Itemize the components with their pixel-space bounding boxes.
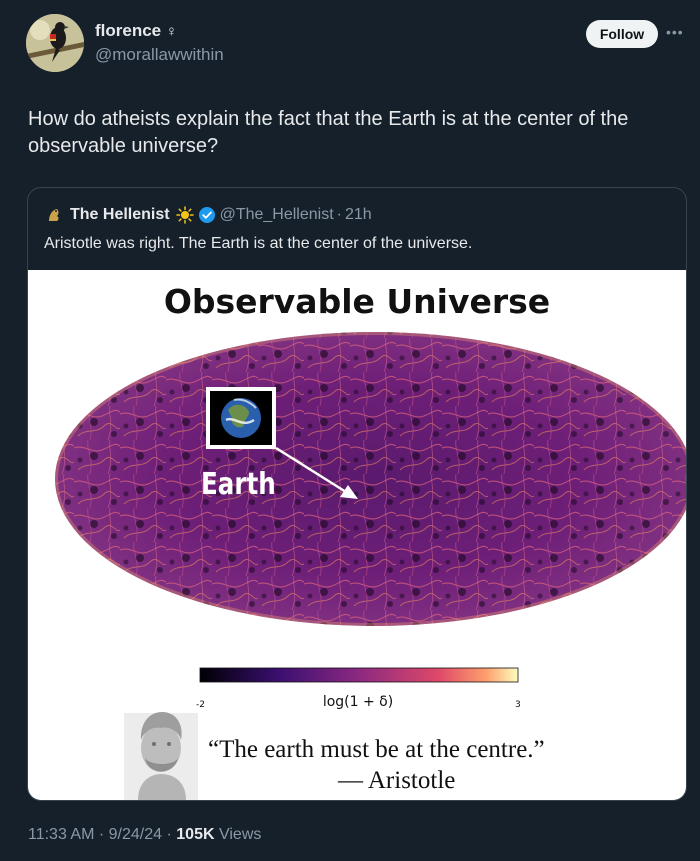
tweet-meta: 11:33 AM · 9/24/24 · 105K Views <box>28 826 261 844</box>
meta-separator: · <box>98 826 105 843</box>
earth-inset <box>206 387 276 449</box>
quoted-timestamp[interactable]: 21h <box>345 206 372 224</box>
aristotle-quote: “The earth must be at the centre.” <box>208 736 545 763</box>
colorbar-max-tick: 3 <box>515 700 521 710</box>
verified-badge-icon <box>198 207 215 223</box>
aristotle-bust-graphic <box>124 712 198 800</box>
more-options-icon[interactable]: ••• <box>666 24 684 40</box>
tweet-text: How do atheists explain the fact that th… <box>28 108 629 157</box>
follow-button[interactable]: Follow <box>586 20 658 48</box>
colorbar-min-tick: -2 <box>196 700 205 710</box>
author-avatar[interactable] <box>26 14 84 72</box>
image-title: Observable Universe <box>163 282 551 321</box>
views-label: Views <box>218 826 262 843</box>
post-time[interactable]: 11:33 AM <box>28 826 94 843</box>
gender-symbol: ♀ <box>165 23 178 40</box>
dot-separator: · <box>336 206 342 223</box>
quoted-tweet-image[interactable]: Observable Universe Earth -2 3 log(1 + δ… <box>28 270 686 800</box>
quoted-handle[interactable]: @The_Hellenist <box>220 206 334 224</box>
quoted-tweet-card[interactable]: The Hellenist @The_Hellenist · 21h Arist… <box>27 187 687 801</box>
colorbar-label: log(1 + δ) <box>322 694 394 710</box>
quoted-display-name[interactable]: The Hellenist <box>70 206 170 224</box>
quoted-tweet-text: Aristotle was right. The Earth is at the… <box>44 235 473 252</box>
quoted-tweet-header: The Hellenist @The_Hellenist · 21h <box>44 204 372 226</box>
meta-separator: · <box>166 826 172 843</box>
sun-icon <box>175 206 194 224</box>
views-count: 105K <box>176 826 215 843</box>
author-display-name[interactable]: florence ♀ <box>95 21 177 41</box>
earth-label: Earth <box>201 467 276 502</box>
universe-map-graphic <box>55 332 686 800</box>
post-date[interactable]: 9/24/24 <box>109 826 162 843</box>
quote-attribution: — Aristotle <box>338 767 456 794</box>
author-handle[interactable]: @morallawwithin <box>95 45 224 65</box>
quoted-author-avatar[interactable] <box>44 205 64 225</box>
